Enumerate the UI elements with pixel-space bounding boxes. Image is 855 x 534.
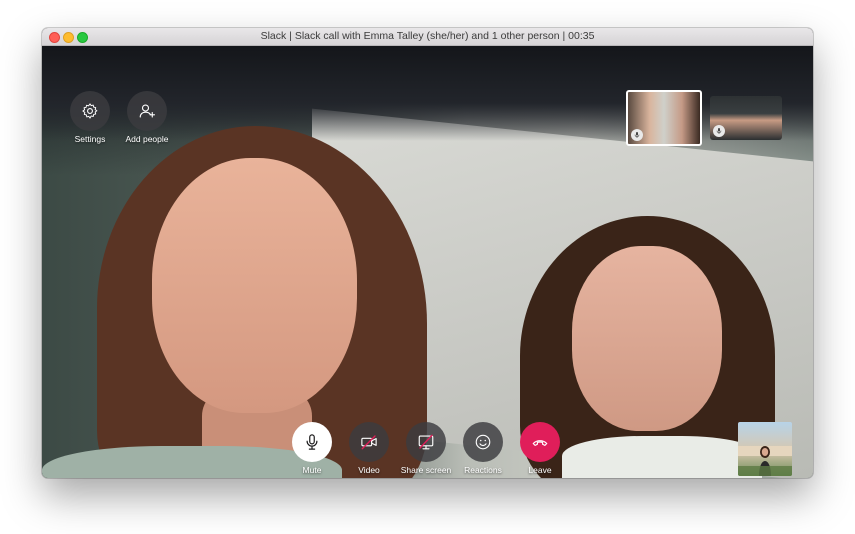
smiley-icon: [475, 434, 491, 450]
participant-right-shirt: [562, 436, 762, 478]
leave-label: Leave: [528, 465, 552, 475]
share-screen-button[interactable]: Share screen: [396, 422, 456, 475]
add-people-button[interactable]: Add people: [117, 91, 177, 144]
window-title: Slack | Slack call with Emma Talley (she…: [260, 30, 595, 42]
reactions-circle[interactable]: [463, 422, 503, 462]
video-stage: Settings Add people Mute Video Share scr…: [42, 46, 813, 478]
self-view-video[interactable]: [738, 422, 792, 476]
mute-circle[interactable]: [292, 422, 332, 462]
reactions-button[interactable]: Reactions: [453, 422, 513, 475]
settings-label: Settings: [74, 134, 106, 144]
participant-thumbnail[interactable]: [710, 96, 782, 140]
share-screen-off-icon: [418, 434, 434, 450]
microphone-icon: [306, 434, 318, 450]
participant-thumbnail-active[interactable]: [626, 90, 702, 146]
add-people-label: Add people: [125, 134, 169, 144]
share-screen-circle[interactable]: [406, 422, 446, 462]
call-window: Slack | Slack call with Emma Talley (she…: [42, 28, 813, 478]
video-circle[interactable]: [349, 422, 389, 462]
participant-left-face: [152, 158, 357, 413]
mute-label: Mute: [302, 465, 322, 475]
add-people-circle[interactable]: [127, 91, 167, 131]
participant-mic-badge: [631, 129, 643, 141]
reactions-label: Reactions: [464, 465, 502, 475]
hang-up-icon: [532, 440, 548, 446]
share-screen-label: Share screen: [400, 465, 452, 475]
leave-circle[interactable]: [520, 422, 560, 462]
settings-button[interactable]: Settings: [60, 91, 120, 144]
leave-button[interactable]: Leave: [510, 422, 570, 475]
microphone-icon: [716, 128, 722, 134]
mute-button[interactable]: Mute: [282, 422, 342, 475]
self-view-figure: [738, 446, 792, 476]
video-button[interactable]: Video: [339, 422, 399, 475]
participant-mic-badge: [713, 125, 725, 137]
gear-icon: [82, 103, 98, 119]
video-label: Video: [358, 465, 380, 475]
add-person-icon: [139, 104, 156, 118]
participant-right-face: [572, 246, 722, 431]
video-off-icon: [361, 435, 377, 450]
title-bar[interactable]: Slack | Slack call with Emma Talley (she…: [42, 28, 813, 46]
microphone-icon: [634, 132, 640, 138]
settings-circle[interactable]: [70, 91, 110, 131]
